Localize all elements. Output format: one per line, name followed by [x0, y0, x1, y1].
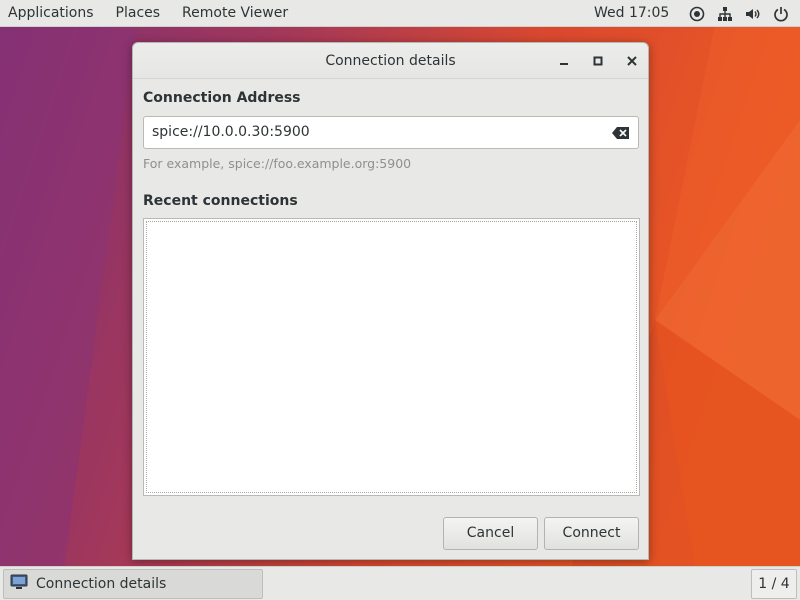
accessibility-icon[interactable] [688, 5, 706, 23]
bottom-panel: Connection details 1 / 4 [0, 566, 800, 600]
taskbar-window-item[interactable]: Connection details [3, 569, 263, 599]
minimize-button[interactable] [555, 52, 573, 70]
connection-address-label: Connection Address [143, 90, 301, 106]
power-icon[interactable] [772, 5, 790, 23]
applications-menu[interactable]: Applications [0, 0, 102, 27]
app-menu[interactable]: Remote Viewer [174, 0, 296, 27]
places-menu[interactable]: Places [108, 0, 169, 27]
connection-details-dialog: Connection details Connection Address sp… [132, 42, 649, 560]
taskbar-window-label: Connection details [36, 576, 167, 592]
connection-address-input[interactable]: spice://10.0.0.30:5900 [143, 116, 639, 149]
connect-button[interactable]: Connect [544, 517, 639, 550]
clock[interactable]: Wed 17:05 [594, 0, 669, 27]
address-hint: For example, spice://foo.example.org:590… [143, 156, 412, 171]
network-icon[interactable] [716, 5, 734, 23]
system-tray[interactable] [688, 0, 790, 27]
dialog-titlebar[interactable]: Connection details [133, 43, 648, 79]
recent-connections-list[interactable] [143, 218, 640, 496]
close-button[interactable] [623, 52, 641, 70]
volume-icon[interactable] [744, 5, 762, 23]
maximize-button[interactable] [589, 52, 607, 70]
top-panel: Applications Places Remote Viewer Wed 17… [0, 0, 800, 27]
recent-connections-focus-ring [146, 221, 637, 493]
cancel-button[interactable]: Cancel [443, 517, 538, 550]
recent-connections-label: Recent connections [143, 193, 298, 209]
monitor-icon [10, 574, 28, 594]
clear-text-icon[interactable] [611, 124, 629, 142]
workspace-indicator[interactable]: 1 / 4 [751, 569, 797, 599]
